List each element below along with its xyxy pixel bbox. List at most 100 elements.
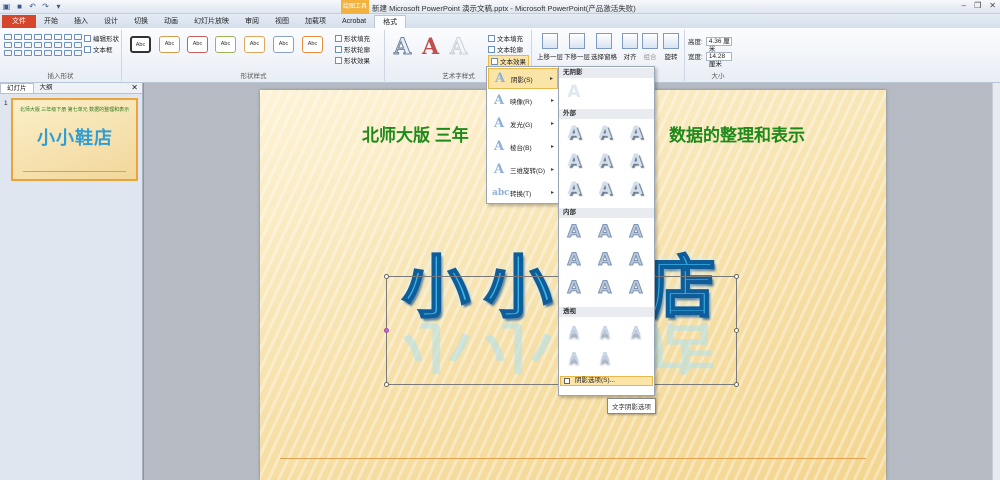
- resize-handle-e[interactable]: [734, 328, 739, 333]
- shape-line-icon[interactable]: [34, 34, 42, 40]
- selection-pane-button[interactable]: 选择窗格: [591, 32, 617, 61]
- tab-slideshow[interactable]: 幻灯片放映: [186, 15, 237, 28]
- shape-line-icon[interactable]: [24, 42, 32, 48]
- tab-transitions[interactable]: 切换: [126, 15, 156, 28]
- close-icon[interactable]: ✕: [131, 83, 138, 92]
- tab-file[interactable]: 文件: [2, 15, 36, 28]
- shape-style-1[interactable]: Abc: [130, 36, 151, 53]
- shadow-options-button[interactable]: 阴影选项(S)...: [560, 376, 653, 386]
- shape-curve-icon[interactable]: [24, 50, 32, 56]
- restore-button[interactable]: ❐: [974, 1, 981, 10]
- shape-style-2[interactable]: Abc: [159, 36, 180, 53]
- shape-rectangle-icon[interactable]: [64, 34, 72, 40]
- wordart-style-3[interactable]: A: [449, 36, 467, 59]
- resize-handle-nw[interactable]: [384, 274, 389, 279]
- shape-style-7[interactable]: Abc: [302, 36, 323, 53]
- shape-effects-button[interactable]: 形状效果: [335, 55, 370, 65]
- shape-freeform-icon[interactable]: [64, 50, 72, 56]
- app-icon[interactable]: ▣: [2, 2, 11, 11]
- shadow-preset-outer[interactable]: A: [594, 151, 616, 172]
- shape-style-6[interactable]: Abc: [273, 36, 294, 53]
- menu-item-shadow[interactable]: A 阴影(S) ▸: [488, 68, 558, 89]
- shape-line-icon[interactable]: [34, 42, 42, 48]
- shadow-preset-inner[interactable]: A: [594, 278, 616, 299]
- shadow-preset-perspective[interactable]: A: [625, 321, 647, 342]
- menu-item-transform[interactable]: abc 转换(T) ▸: [488, 182, 558, 203]
- tab-home[interactable]: 开始: [36, 15, 66, 28]
- shadow-preset-inner[interactable]: A: [625, 278, 647, 299]
- shadow-preset-none[interactable]: A: [563, 82, 585, 103]
- shape-rectangle-icon[interactable]: [14, 34, 22, 40]
- shadow-preset-perspective[interactable]: A: [563, 347, 585, 368]
- shadow-preset-perspective[interactable]: A: [563, 321, 585, 342]
- shape-rectangle-icon[interactable]: [4, 34, 12, 40]
- send-backward-button[interactable]: 下移一层: [564, 32, 590, 61]
- shadow-preset-outer[interactable]: A: [563, 151, 585, 172]
- tab-outline[interactable]: 大纲: [34, 83, 59, 93]
- tab-insert[interactable]: 插入: [66, 15, 96, 28]
- shadow-preset-outer[interactable]: A: [563, 179, 585, 200]
- text-box-button[interactable]: 文本框: [84, 44, 113, 54]
- menu-item-bevel[interactable]: A 棱台(B) ▸: [488, 136, 558, 157]
- shadow-preset-perspective[interactable]: A: [594, 321, 616, 342]
- tab-animations[interactable]: 动画: [156, 15, 186, 28]
- shape-star-icon[interactable]: [74, 42, 82, 48]
- redo-icon[interactable]: ↷: [41, 2, 50, 11]
- shape-oval-icon[interactable]: [74, 34, 82, 40]
- shadow-preset-inner[interactable]: A: [563, 278, 585, 299]
- vertical-scrollbar[interactable]: [992, 83, 1000, 480]
- shape-arrow-icon[interactable]: [44, 34, 52, 40]
- shadow-preset-inner[interactable]: A: [625, 250, 647, 271]
- shape-style-5[interactable]: Abc: [244, 36, 265, 53]
- tab-slides[interactable]: 幻灯片: [0, 83, 34, 93]
- shape-arc-icon[interactable]: [54, 50, 62, 56]
- minimize-button[interactable]: –: [962, 1, 966, 10]
- shadow-preset-inner[interactable]: A: [563, 250, 585, 271]
- shadow-preset-outer[interactable]: A: [563, 123, 585, 144]
- tab-format[interactable]: 格式: [374, 15, 407, 28]
- shadow-preset-inner[interactable]: A: [625, 222, 647, 243]
- shape-outline-button[interactable]: 形状轮廓: [335, 44, 370, 54]
- shadow-preset-perspective[interactable]: A: [594, 347, 616, 368]
- resize-handle-sw[interactable]: [384, 382, 389, 387]
- slide-title-left[interactable]: 北师大版 三年: [362, 121, 469, 146]
- shape-arrow-icon[interactable]: [44, 42, 52, 48]
- tab-design[interactable]: 设计: [96, 15, 126, 28]
- text-outline-button[interactable]: 文本轮廓: [488, 44, 523, 54]
- width-input[interactable]: 14.28 厘米: [705, 51, 732, 68]
- shape-arc-icon[interactable]: [44, 50, 52, 56]
- shadow-preset-inner[interactable]: A: [594, 222, 616, 243]
- shape-arrow-icon[interactable]: [54, 34, 62, 40]
- tab-review[interactable]: 审阅: [237, 15, 267, 28]
- rotate-button[interactable]: 旋转: [658, 32, 684, 61]
- customize-qat-icon[interactable]: ▾: [54, 2, 63, 11]
- shadow-preset-outer[interactable]: A: [625, 123, 647, 144]
- shape-curve-icon[interactable]: [34, 50, 42, 56]
- menu-item-glow[interactable]: A 发光(G) ▸: [488, 113, 558, 134]
- tab-addins[interactable]: 加载项: [297, 15, 334, 28]
- resize-handle-se[interactable]: [734, 382, 739, 387]
- shape-style-3[interactable]: Abc: [187, 36, 208, 53]
- shadow-preset-inner[interactable]: A: [594, 250, 616, 271]
- shape-diamond-icon[interactable]: [4, 50, 12, 56]
- shadow-preset-outer[interactable]: A: [594, 179, 616, 200]
- shape-callout-icon[interactable]: [64, 42, 72, 48]
- slide-title-right[interactable]: 数据的整理和表示: [669, 121, 805, 146]
- shape-brace-icon[interactable]: [14, 50, 22, 56]
- shadow-preset-inner[interactable]: A: [563, 222, 585, 243]
- shadow-preset-outer[interactable]: A: [625, 179, 647, 200]
- resize-handle-ne[interactable]: [734, 274, 739, 279]
- edit-shape-button[interactable]: 编辑形状: [84, 33, 119, 43]
- menu-item-reflection[interactable]: A 映像(R) ▸: [488, 90, 558, 111]
- shape-style-4[interactable]: Abc: [215, 36, 236, 53]
- close-button[interactable]: ✕: [989, 1, 996, 10]
- menu-item-3d-rotation[interactable]: A 三维旋转(D) ▸: [488, 159, 558, 180]
- shapes-gallery[interactable]: [4, 34, 82, 56]
- save-icon[interactable]: ■: [15, 2, 24, 11]
- shape-fill-button[interactable]: 形状填充: [335, 33, 370, 43]
- tab-view[interactable]: 视图: [267, 15, 297, 28]
- shape-more-icon[interactable]: [74, 50, 82, 56]
- wordart-style-1[interactable]: A: [393, 36, 411, 59]
- shape-arrow-icon[interactable]: [54, 42, 62, 48]
- wordart-style-2[interactable]: A: [422, 36, 439, 58]
